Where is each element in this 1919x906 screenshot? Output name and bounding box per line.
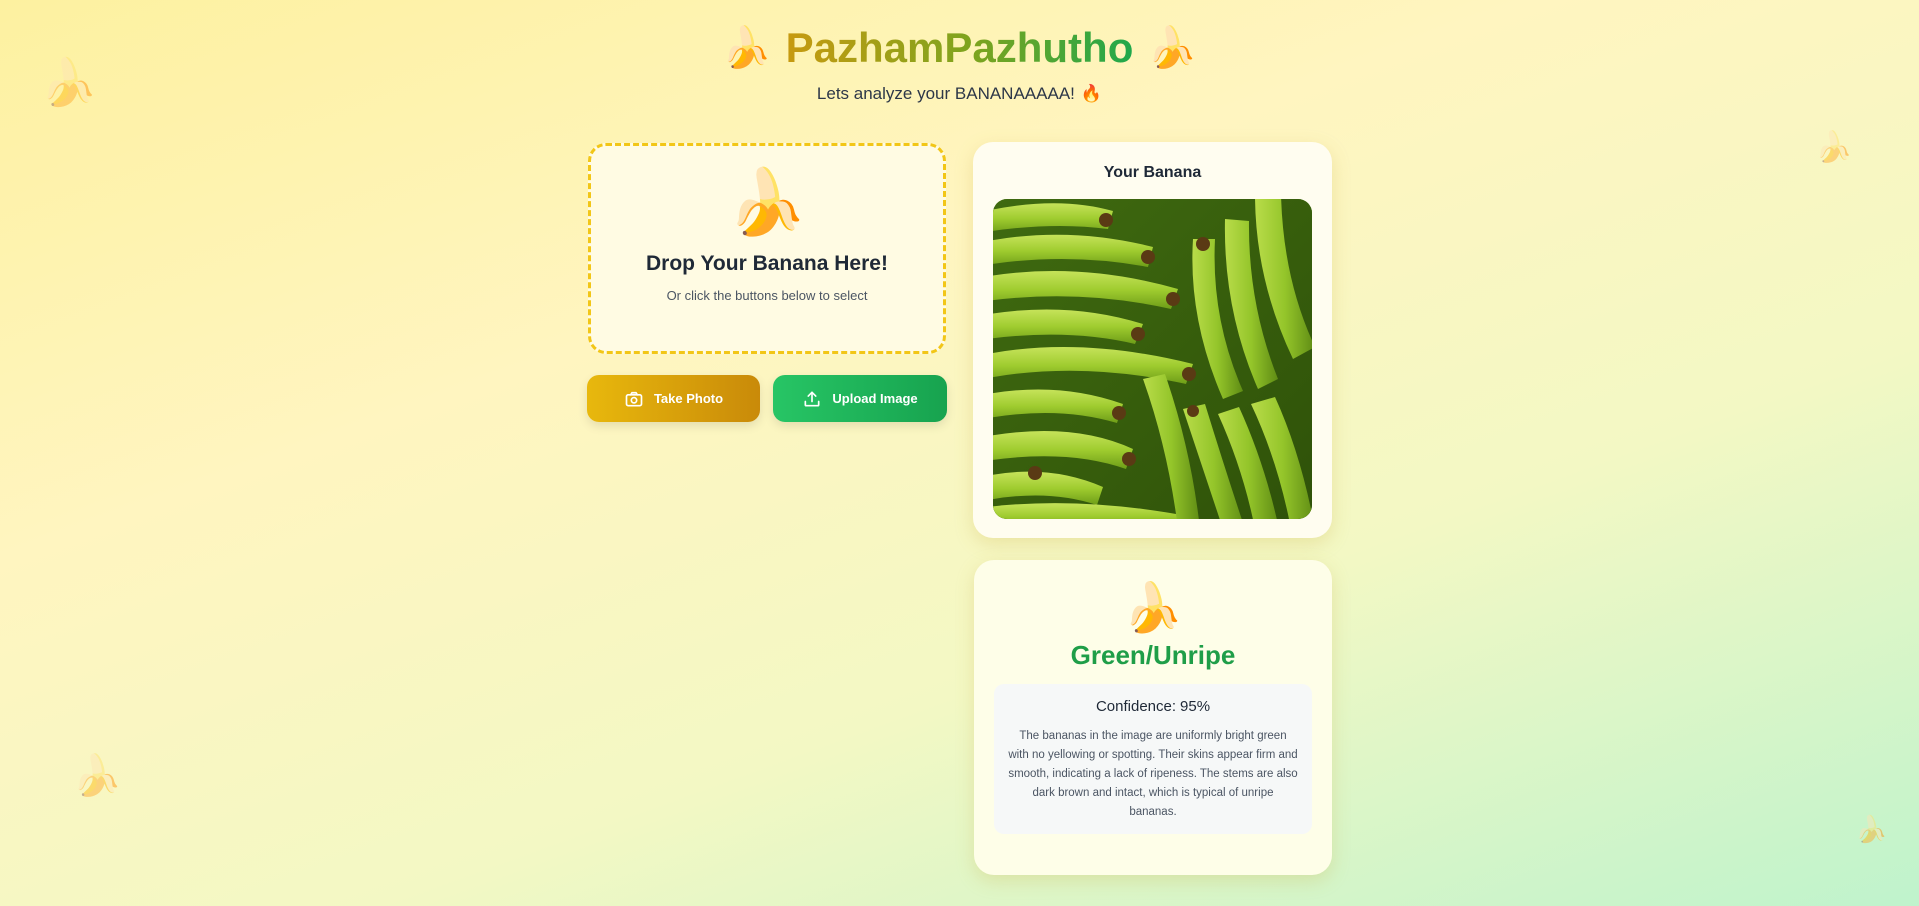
drop-zone-title: Drop Your Banana Here! — [646, 252, 888, 275]
decorative-banana-icon: 🍌 — [72, 753, 122, 799]
confidence-value: 95% — [1180, 698, 1211, 715]
drop-zone[interactable]: 🍌 Drop Your Banana Here! Or click the bu… — [588, 143, 946, 354]
peeled-banana-icon: 🍌 — [1123, 580, 1183, 636]
app-subtitle: Lets analyze your BANANAAAAA! — [816, 84, 1075, 103]
header: 🍌 PazhamPazhutho 🍌 Lets analyze your BAN… — [0, 20, 1919, 104]
fire-icon: 🔥 — [1080, 84, 1103, 104]
decorative-banana-icon: 🍌 — [1855, 815, 1888, 845]
upload-image-label: Upload Image — [832, 391, 918, 406]
result-details: Confidence: 95% The bananas in the image … — [994, 684, 1312, 834]
confidence-label: Confidence: — [1095, 698, 1177, 715]
banana-photo — [993, 199, 1312, 519]
banana-preview-card: Your Banana — [973, 142, 1332, 538]
decorative-banana-icon: 🍌 — [1815, 130, 1853, 165]
banana-icon: 🍌 — [1147, 25, 1198, 71]
take-photo-button[interactable]: Take Photo — [587, 375, 760, 422]
app-title: PazhamPazhutho — [786, 20, 1134, 76]
take-photo-label: Take Photo — [653, 391, 724, 406]
camera-icon — [625, 391, 643, 406]
upload-image-button[interactable]: Upload Image — [773, 375, 947, 422]
peeled-banana-icon: 🍌 — [727, 166, 807, 240]
drop-zone-hint: Or click the buttons below to select — [666, 288, 868, 303]
confidence-text: Confidence: 95% — [1008, 698, 1298, 715]
preview-title: Your Banana — [1103, 164, 1202, 181]
ripeness-result-card: 🍌 Green/Unripe Confidence: 95% The banana… — [974, 560, 1332, 875]
ripeness-label: Green/Unripe — [1070, 640, 1236, 670]
banana-icon: 🍌 — [721, 25, 772, 71]
result-explanation: The bananas in the image are uniformly b… — [1008, 730, 1298, 818]
app-subtitle-row: Lets analyze your BANANAAAAA! 🔥 — [0, 84, 1919, 104]
upload-icon — [804, 391, 820, 406]
app-title-row: 🍌 PazhamPazhutho 🍌 — [0, 20, 1919, 76]
